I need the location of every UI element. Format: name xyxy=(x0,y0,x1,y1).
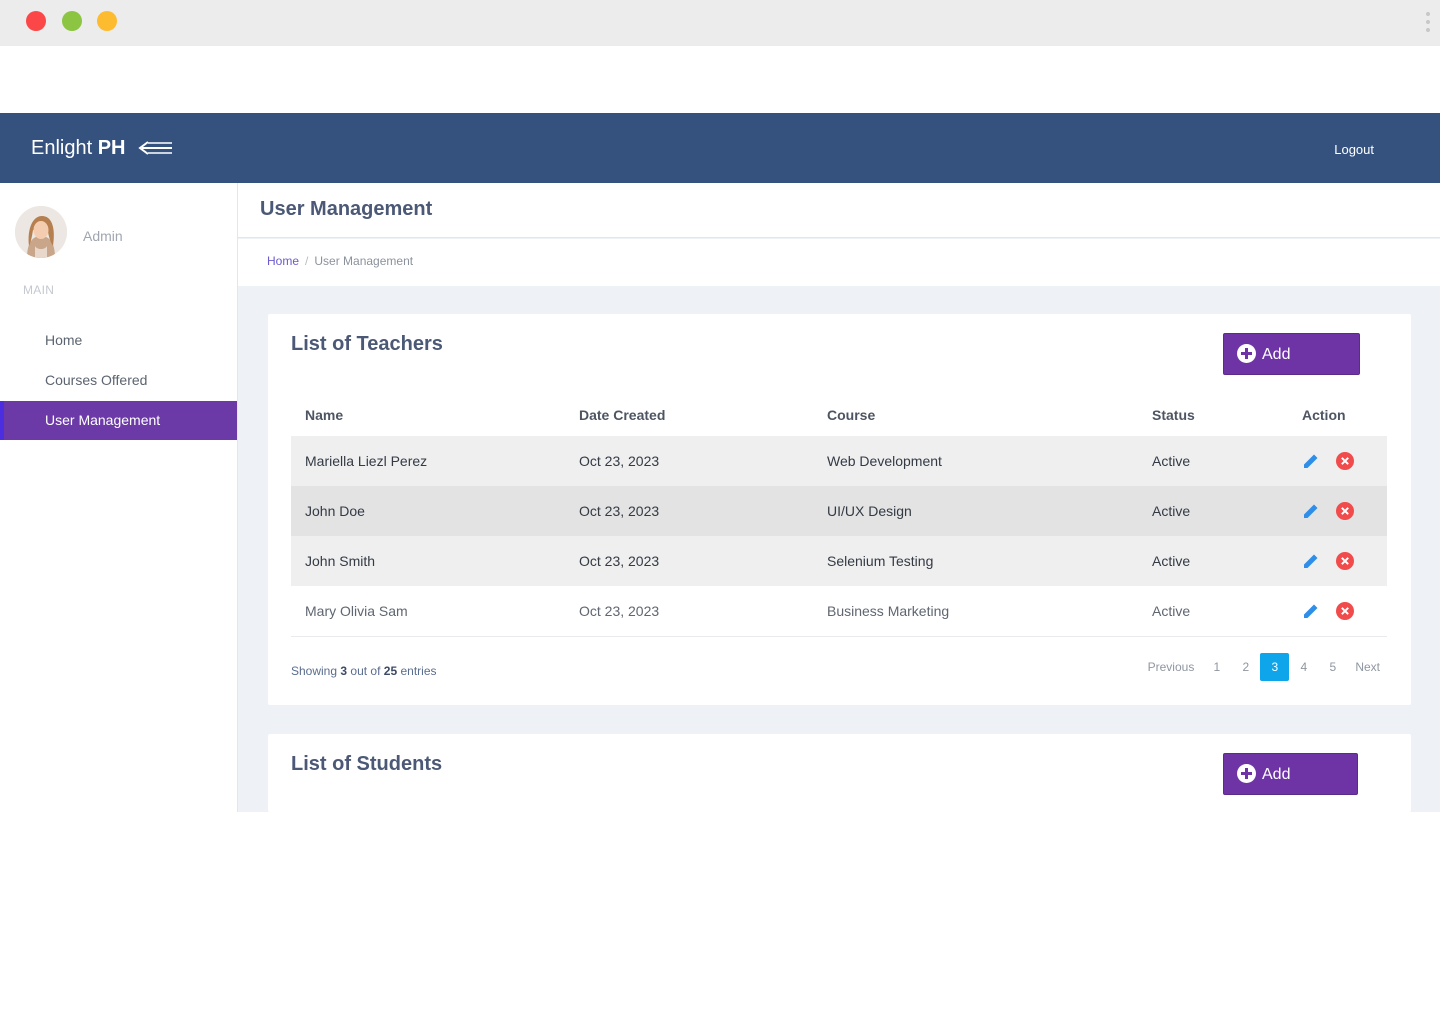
brand-name-bold: PH xyxy=(97,137,126,159)
pencil-icon[interactable] xyxy=(1302,502,1320,520)
x-circle-icon[interactable] xyxy=(1336,502,1354,521)
breadcrumb-home[interactable]: Home xyxy=(267,254,299,268)
window-minimize-dot[interactable] xyxy=(97,11,117,31)
column-header-action: Action xyxy=(1302,407,1346,423)
sidebar-item-user-management[interactable]: User Management xyxy=(0,401,237,440)
pagination-page-2[interactable]: 2 xyxy=(1231,653,1260,681)
breadcrumb-separator: / xyxy=(305,254,309,268)
cell-actions xyxy=(1288,486,1387,536)
entries-summary: Showing 3 out of 25 entries xyxy=(291,664,437,678)
column-header-status[interactable]: Status xyxy=(1138,394,1288,436)
teachers-table: Name Date Created Course Status Action M… xyxy=(291,394,1387,637)
x-circle-icon[interactable] xyxy=(1336,601,1354,620)
pagination-next[interactable]: Next xyxy=(1347,653,1388,681)
entries-prefix: Showing xyxy=(291,664,338,678)
main-content: User Management Home / User Management Lis… xyxy=(238,183,1440,825)
table-row: John Doe Oct 23, 2023 UI/UX Design Activ… xyxy=(291,486,1387,536)
pencil-icon[interactable] xyxy=(1302,552,1320,570)
x-circle-icon[interactable] xyxy=(1336,452,1354,471)
column-header-course[interactable]: Course xyxy=(813,394,1138,436)
cell-name: John Smith xyxy=(291,536,565,586)
add-student-label: Add Student xyxy=(1262,766,1318,825)
arrow-left-icon[interactable] xyxy=(138,139,174,157)
pagination-page-5[interactable]: 5 xyxy=(1318,653,1347,681)
window-close-dot[interactable] xyxy=(26,11,46,31)
students-card: List of Students Add Student xyxy=(268,734,1411,825)
cell-course: Selenium Testing xyxy=(813,536,1138,586)
user-avatar-icon xyxy=(15,206,67,258)
cell-course: Business Marketing xyxy=(813,586,1138,637)
brand-name-light: Enlight xyxy=(31,137,93,159)
user-role: Admin xyxy=(83,228,123,244)
x-circle-icon[interactable] xyxy=(1336,552,1354,571)
sidebar: Admin MAIN Home Courses Offered User Man… xyxy=(0,183,238,812)
kebab-menu-icon[interactable] xyxy=(1426,12,1430,34)
entries-total: 25 xyxy=(383,664,398,678)
pagination-page-1[interactable]: 1 xyxy=(1202,653,1231,681)
column-header-date-created[interactable]: Date Created xyxy=(565,394,813,436)
cell-name: Mariella Liezl Perez xyxy=(291,436,565,486)
breadcrumb: Home / User Management xyxy=(267,254,413,268)
entries-middle: out of xyxy=(350,664,381,678)
cell-date: Oct 23, 2023 xyxy=(565,436,813,486)
page-header: User Management xyxy=(238,183,1440,238)
cell-actions xyxy=(1288,536,1387,586)
window-chrome xyxy=(0,0,1440,46)
pencil-icon[interactable] xyxy=(1302,452,1320,470)
pagination-page-3-current[interactable]: 3 xyxy=(1260,653,1290,681)
entries-suffix: entries xyxy=(400,664,437,678)
breadcrumb-bar: Home / User Management xyxy=(238,239,1440,286)
cell-status: Active xyxy=(1138,586,1288,637)
sidebar-item-courses-offered[interactable]: Courses Offered xyxy=(0,361,237,400)
table-row: Mary Olivia Sam Oct 23, 2023 Business Ma… xyxy=(291,586,1387,637)
table-header-row: Name Date Created Course Status Action xyxy=(291,394,1387,436)
add-student-button[interactable]: Add Student xyxy=(1223,753,1358,825)
cell-date: Oct 23, 2023 xyxy=(565,486,813,536)
cell-name: Mary Olivia Sam xyxy=(291,586,565,637)
cell-date: Oct 23, 2023 xyxy=(565,536,813,586)
add-teacher-button[interactable]: Add Teacher xyxy=(1223,333,1360,405)
pagination-page-4[interactable]: 4 xyxy=(1289,653,1318,681)
breadcrumb-current: User Management xyxy=(314,254,414,268)
avatar xyxy=(15,206,67,258)
plus-circle-icon xyxy=(1237,344,1256,363)
column-header-name[interactable]: Name xyxy=(291,394,565,436)
cell-actions xyxy=(1288,436,1387,486)
students-card-title: List of Students xyxy=(291,753,443,775)
cell-date: Oct 23, 2023 xyxy=(565,586,813,637)
entries-shown: 3 xyxy=(340,664,348,678)
window-maximize-dot[interactable] xyxy=(62,11,82,31)
cell-course: Web Development xyxy=(813,436,1138,486)
cell-status: Active xyxy=(1138,536,1288,586)
table-row: Mariella Liezl Perez Oct 23, 2023 Web De… xyxy=(291,436,1387,486)
nav-section-label: MAIN xyxy=(23,283,55,297)
teachers-card: List of Teachers Add Teacher Name Date C… xyxy=(268,314,1411,705)
brand-logo[interactable]: Enlight PH xyxy=(31,137,126,160)
cell-course: UI/UX Design xyxy=(813,486,1138,536)
pagination-previous[interactable]: Previous xyxy=(1140,653,1203,681)
pagination: Previous 1 2 3 4 5 Next xyxy=(1140,653,1388,681)
plus-circle-icon xyxy=(1237,764,1256,783)
top-navbar: Enlight PH Logout xyxy=(0,113,1440,183)
page-title: User Management xyxy=(260,198,433,220)
cell-status: Active xyxy=(1138,486,1288,536)
cell-name: John Doe xyxy=(291,486,565,536)
logout-link[interactable]: Logout xyxy=(1334,142,1374,157)
table-row: John Smith Oct 23, 2023 Selenium Testing… xyxy=(291,536,1387,586)
pencil-icon[interactable] xyxy=(1302,602,1320,620)
sidebar-item-home[interactable]: Home xyxy=(0,321,237,360)
cell-actions xyxy=(1288,586,1387,637)
teachers-card-title: List of Teachers xyxy=(291,333,443,355)
cell-status: Active xyxy=(1138,436,1288,486)
